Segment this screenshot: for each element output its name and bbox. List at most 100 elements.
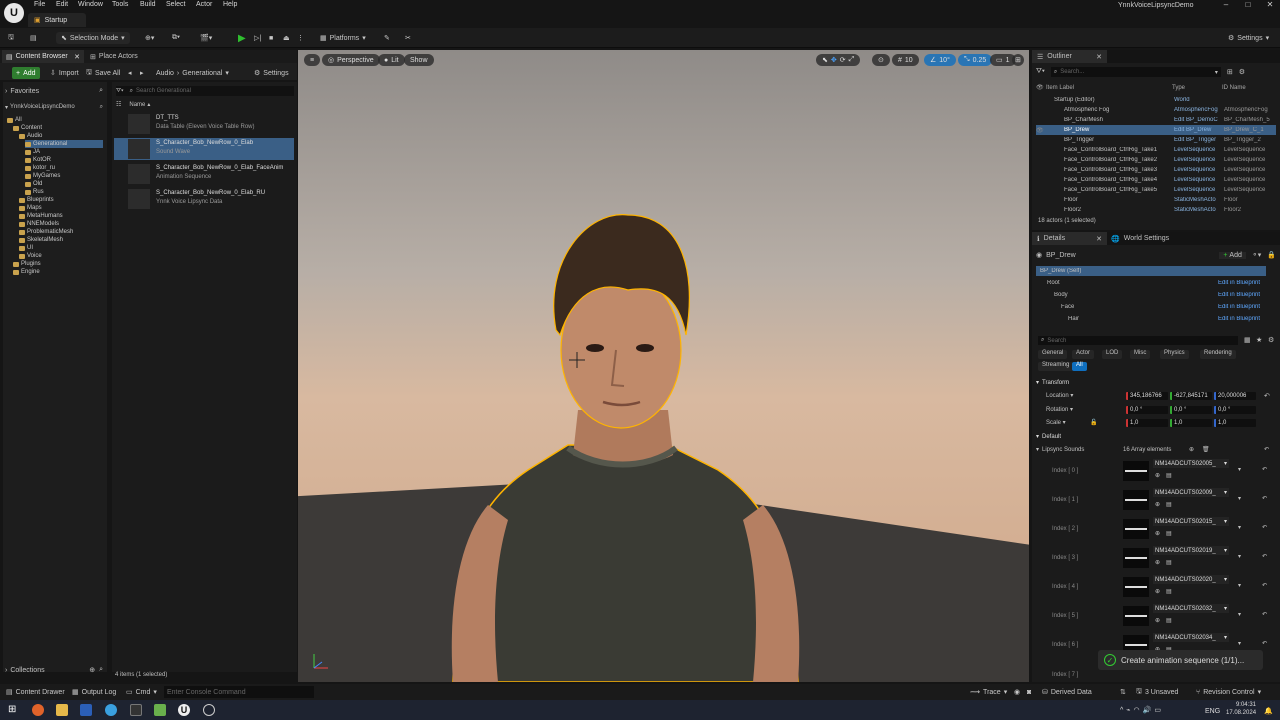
add-button[interactable]: + Add <box>12 67 40 79</box>
cmd-dropdown[interactable]: ▭ Cmd ▾ <box>126 686 157 698</box>
skip-frame-icon[interactable]: ▷| <box>254 32 261 44</box>
reset-icon[interactable]: ↶ <box>1262 524 1267 531</box>
use-selected-icon[interactable]: ⊕ <box>1155 588 1160 595</box>
add-component-button[interactable]: + Add <box>1219 251 1246 259</box>
rotation-x-field[interactable]: 0,0 ° <box>1126 406 1168 414</box>
chevron-down-icon[interactable]: ▾ <box>1238 582 1241 589</box>
folder-item[interactable]: Plugins <box>13 260 103 268</box>
tab-place-actors[interactable]: ⊞ Place Actors <box>86 50 146 63</box>
location-z-field[interactable]: 20,000006 <box>1214 392 1256 400</box>
asset-search[interactable]: ⛛▾ ⌕ Search Generational <box>116 86 294 96</box>
minimize-icon[interactable]: – <box>1215 0 1237 12</box>
reset-icon[interactable]: ↶ <box>1264 446 1269 453</box>
derived-data-button[interactable]: ⛁ Derived Data <box>1042 686 1092 698</box>
platforms-dropdown[interactable]: ▦ Platforms ▾ <box>320 32 366 44</box>
add-actor-icon[interactable]: ⊕▾ <box>145 32 154 44</box>
asset-item[interactable]: S_Character_Bob_NewRow_0_Elab_RU Ynnk Voi… <box>114 188 294 210</box>
sound-asset-dropdown[interactable]: NM14ADCUTS02015_ ▾ <box>1153 517 1229 526</box>
selection-mode-dropdown[interactable]: ⬉ Selection Mode ▾ <box>56 32 130 44</box>
folder-item[interactable]: Audio <box>19 132 103 140</box>
clock-app-icon[interactable] <box>203 704 215 716</box>
menu-file[interactable]: File <box>34 1 45 11</box>
trash-icon[interactable]: 🗑 <box>1202 446 1210 453</box>
trace-button[interactable]: ⟿ Trace ▾ <box>970 686 1007 698</box>
outliner-row[interactable]: Atmospheric Fog AtmosphericFog Atmospheric… <box>1036 105 1276 115</box>
perspective-button[interactable]: ◎ Perspective <box>322 54 380 66</box>
rotation-label[interactable]: Rotation ▾ <box>1046 406 1073 413</box>
folder-item[interactable]: NNEModels <box>19 220 103 228</box>
menu-actor[interactable]: Actor <box>196 1 212 11</box>
select-icon[interactable]: ⬉ <box>822 56 828 64</box>
close-icon[interactable]: ✕ <box>1259 0 1280 12</box>
chevron-down-icon[interactable]: ▾ <box>1238 640 1241 647</box>
outliner-row[interactable]: Floor2 StaticMeshActo Floor2 <box>1036 205 1276 215</box>
browse-icon[interactable]: ▤ <box>1166 588 1172 595</box>
add-element-icon[interactable]: ⊕ <box>1189 446 1194 453</box>
file-explorer-icon[interactable] <box>56 704 68 716</box>
reset-icon[interactable]: ↶ <box>1262 582 1267 589</box>
taskbar-date[interactable]: 17.08.2024 <box>1226 710 1256 716</box>
breadcrumb-audio[interactable]: Audio <box>156 70 174 77</box>
search-icon[interactable]: ⌕ <box>100 104 103 111</box>
asset-item[interactable]: DT_TTS Data Table (Eleven Voice Table Row… <box>114 113 294 135</box>
scale-icon[interactable]: ⤢ <box>849 56 855 64</box>
menu-select[interactable]: Select <box>166 1 185 11</box>
tools-icon[interactable]: ✂ <box>405 32 411 44</box>
use-selected-icon[interactable]: ⊕ <box>1155 617 1160 624</box>
reset-icon[interactable]: ↶ <box>1262 611 1267 618</box>
grid-snap[interactable]: # 10 <box>892 54 919 66</box>
folder-item[interactable]: Engine <box>13 268 103 276</box>
edit-in-blueprint-link[interactable]: Edit in Blueprint <box>1218 280 1260 286</box>
visibility-eye-icon[interactable]: 👁 <box>1036 127 1044 134</box>
filter-icon[interactable]: ⛛▾ <box>1036 68 1045 76</box>
gear-icon[interactable]: ⚙ <box>1239 68 1245 76</box>
folder-item[interactable]: Generational <box>25 140 103 148</box>
source-control-icon[interactable]: ⇅ <box>1120 686 1126 698</box>
tab-details[interactable]: ℹ Details ✕ <box>1032 232 1107 245</box>
filter-icon[interactable]: ⛛▾ <box>116 88 124 95</box>
play-icon[interactable]: ▶ <box>238 32 246 44</box>
save-all-button[interactable]: 🖫 Save All <box>86 67 120 79</box>
filter-tab[interactable]: Misc <box>1130 350 1151 359</box>
windows-start-icon[interactable]: ⊞ <box>8 704 20 716</box>
surface-snap-icon[interactable]: ⊙ <box>872 54 890 66</box>
outliner-row[interactable]: Face_ControlBoard_CtrlRig_Take4 LevelSequ… <box>1036 175 1276 185</box>
chevron-down-icon[interactable]: ▾ <box>1238 611 1241 618</box>
terminal-icon[interactable] <box>130 704 142 716</box>
move-icon[interactable]: ✥ <box>831 56 837 64</box>
rotation-snap[interactable]: ∠ 10° <box>924 54 956 66</box>
edit-in-blueprint-link[interactable]: Edit in Blueprint <box>1218 316 1260 322</box>
details-search[interactable]: ⌕ Search <box>1038 336 1238 345</box>
eject-icon[interactable]: ⏏ <box>283 32 290 44</box>
rotation-z-field[interactable]: 0,0 ° <box>1214 406 1256 414</box>
folder-item[interactable]: Content <box>13 124 103 132</box>
rotation-y-field[interactable]: 0,0 ° <box>1170 406 1212 414</box>
reset-icon[interactable]: ↶ <box>1262 466 1267 473</box>
folder-item[interactable]: ProblematicMesh <box>19 228 103 236</box>
taskbar-time[interactable]: 9:04:31 <box>1226 702 1256 708</box>
browser-icon[interactable] <box>105 704 117 716</box>
filter-tab[interactable]: Rendering <box>1200 350 1236 359</box>
filter-tab[interactable]: Streaming <box>1038 362 1074 371</box>
browse-icon[interactable]: ▤ <box>1166 472 1172 479</box>
reset-icon[interactable]: ↶ <box>1262 553 1267 560</box>
editor-icon[interactable] <box>154 704 166 716</box>
folder-item[interactable]: Blueprints <box>19 196 103 204</box>
asset-item[interactable]: S_Character_Bob_NewRow_0_Elab Sound Wave <box>114 138 294 160</box>
breadcrumb-generational[interactable]: Generational <box>182 70 222 77</box>
cinematics-icon[interactable]: 🎬▾ <box>200 32 212 44</box>
reset-location-icon[interactable]: ↶ <box>1264 392 1270 400</box>
filter-tab[interactable]: All <box>1072 362 1087 371</box>
sound-asset-dropdown[interactable]: NM14ADCUTS02005_ ▾ <box>1153 459 1229 468</box>
chevron-down-icon[interactable]: ▾ <box>1036 446 1039 453</box>
tab-world-settings[interactable]: 🌐 World Settings <box>1111 235 1169 243</box>
component-row[interactable]: Face Edit in Blueprint <box>1036 302 1266 312</box>
outliner-row[interactable]: Face_ControlBoard_CtrlRig_Take2 LevelSequ… <box>1036 155 1276 165</box>
browse-icon[interactable]: ▤ <box>1166 617 1172 624</box>
outliner-search[interactable]: ⌕ Search... ▾ <box>1050 67 1221 77</box>
chevron-down-icon[interactable]: ▾ <box>1238 466 1241 473</box>
level-viewport[interactable]: ≡ ◎ Perspective ● Lit Show ⬉ ✥ ⟳ ⤢ ⊙ # 1… <box>298 50 1029 682</box>
menu-window[interactable]: Window <box>78 1 103 11</box>
settings-button[interactable]: ⚙ Settings ▾ <box>1228 32 1269 44</box>
folder-item[interactable]: Maps <box>19 204 103 212</box>
